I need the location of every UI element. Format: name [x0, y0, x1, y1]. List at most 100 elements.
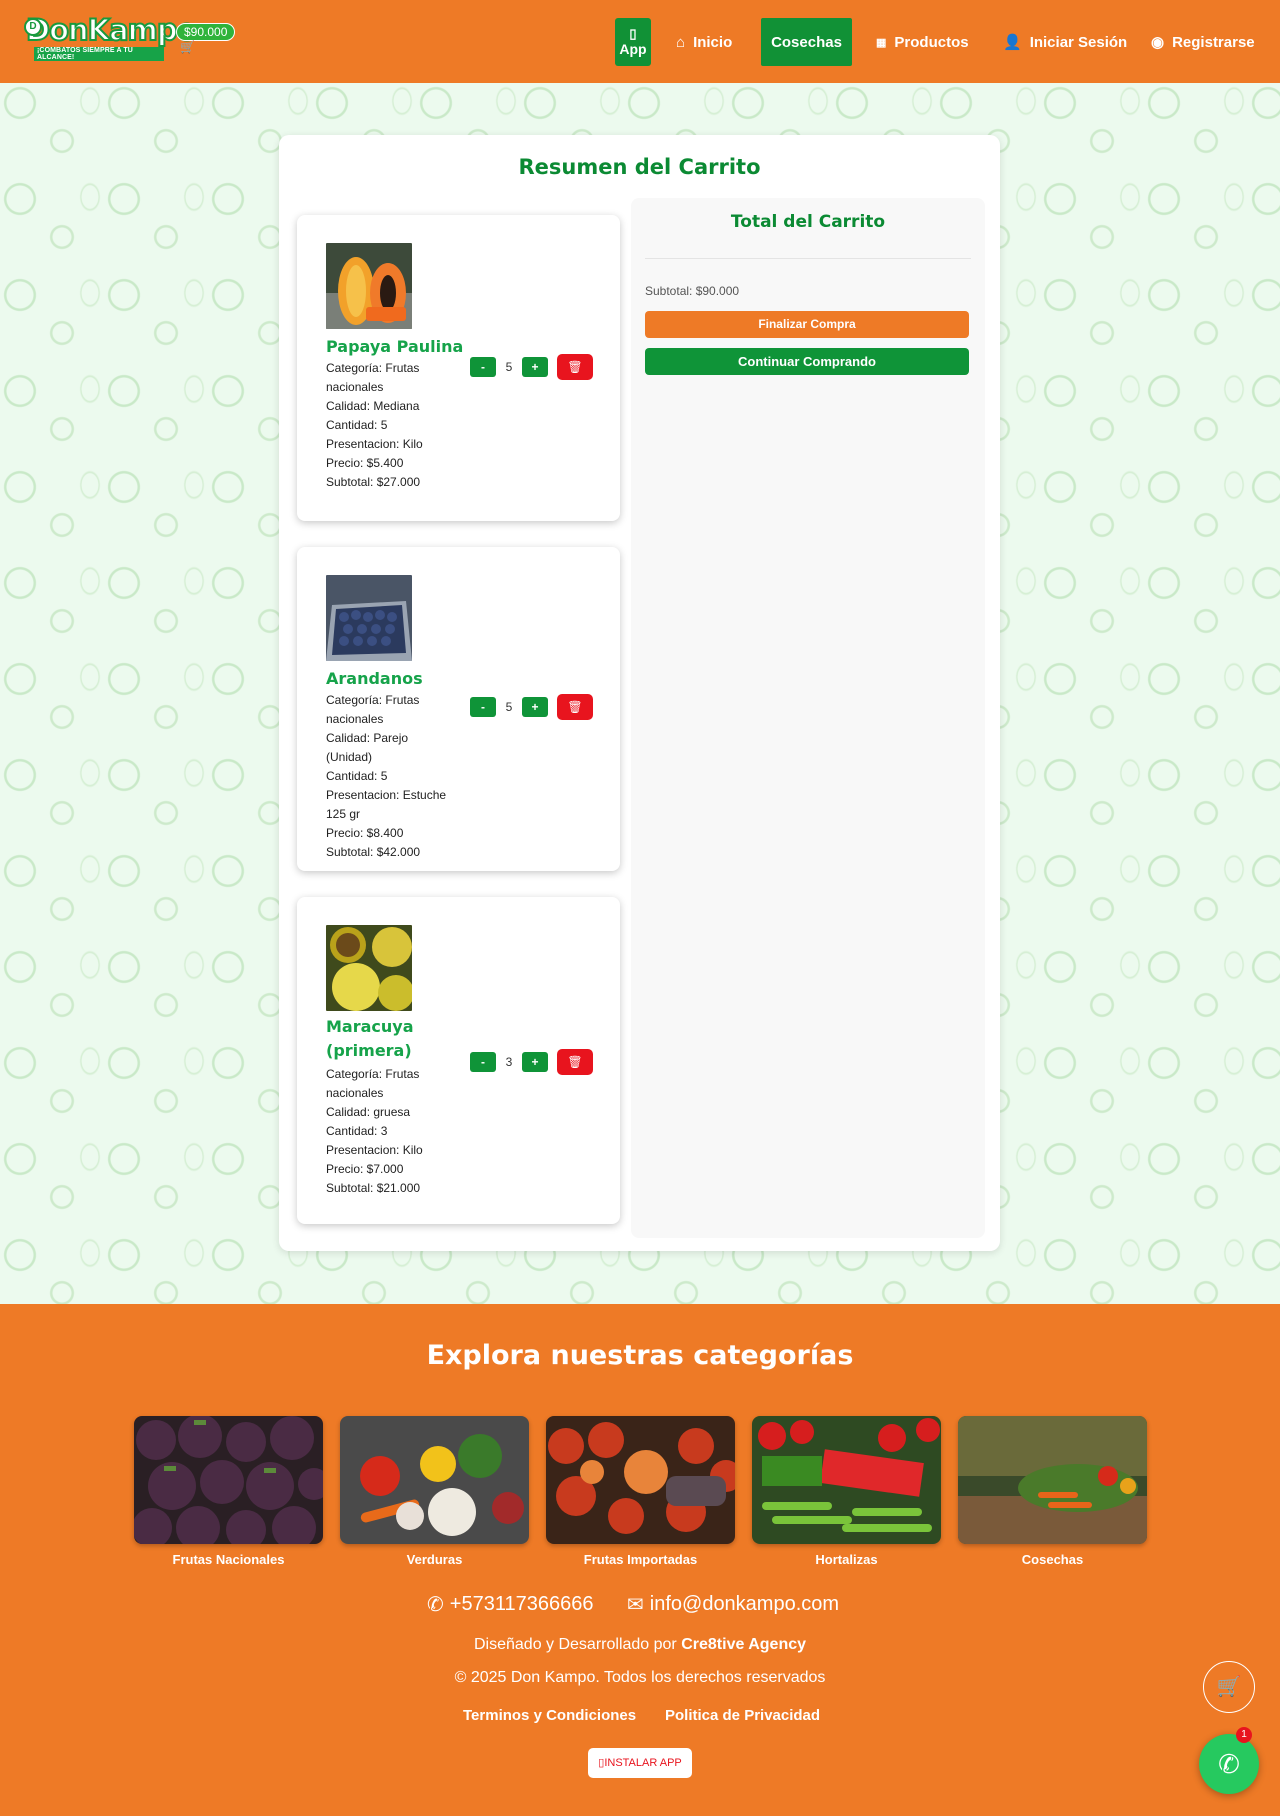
product-price: Precio: $8.400	[326, 826, 404, 840]
trash-icon: 🗑	[567, 700, 583, 714]
home-icon: ⌂	[676, 33, 686, 51]
privacy-link[interactable]: Politica de Privacidad	[665, 1707, 820, 1724]
category-image	[752, 1416, 941, 1544]
logo-tagline: ¡COMBATOS SIEMPRE A TU ALCANCE!	[34, 47, 164, 61]
product-details: Categoría: Frutas nacionales Calidad: Me…	[326, 359, 456, 492]
decrease-button[interactable]: -	[470, 697, 496, 717]
cart-total-title: Total del Carrito	[730, 212, 886, 232]
logo-text: DonKampo	[25, 13, 198, 47]
nav-app-label: App	[619, 41, 647, 57]
phone-link[interactable]: ✆ +573117366666	[427, 1592, 593, 1617]
cart-item: Papaya Paulina Categoría: Frutas naciona…	[297, 215, 620, 521]
product-category: Categoría: Frutas nacionales	[326, 361, 420, 394]
nav-productos-label: Productos	[894, 33, 969, 51]
cart-title: Resumen del Carrito	[518, 155, 761, 179]
category-frutas-nacionales[interactable]: Frutas Nacionales	[134, 1416, 323, 1567]
divider	[645, 258, 971, 259]
trash-icon: 🗑	[567, 1055, 583, 1069]
product-image-papaya	[326, 243, 412, 329]
phone-icon: ▯	[629, 26, 637, 41]
credit-agency-link[interactable]: Cre8tive Agency	[681, 1636, 806, 1653]
product-subtotal: Subtotal: $27.000	[326, 475, 421, 489]
category-image	[546, 1416, 735, 1544]
cart-total-panel: Total del Carrito Subtotal: $90.000 Fina…	[631, 198, 985, 1238]
category-image	[958, 1416, 1147, 1544]
whatsapp-icon: ✆	[1218, 1749, 1240, 1779]
product-subtotal: Subtotal: $42.000	[326, 845, 421, 859]
phone-number: +573117366666	[449, 1593, 594, 1615]
cart-item: Arandanos Categoría: Frutas nacionales C…	[297, 547, 620, 871]
quantity-value: 5	[505, 360, 513, 374]
nav-register-label: Registrarse	[1172, 33, 1255, 51]
whatsapp-icon: ✆	[427, 1594, 444, 1616]
trash-icon: 🗑	[567, 360, 583, 374]
cart-subtotal: Subtotal: $90.000	[645, 284, 740, 298]
user-circle-icon: ◉	[1151, 34, 1165, 51]
quantity-controls: - 5 + 🗑	[470, 354, 593, 380]
logo[interactable]: D DonKampo ¡COMBATOS SIEMPRE A TU ALCANC…	[22, 13, 198, 61]
category-label: Cosechas	[1021, 1552, 1084, 1567]
category-cosechas[interactable]: Cosechas	[958, 1416, 1147, 1567]
floating-cart-button[interactable]: 🛒	[1203, 1661, 1255, 1713]
nav-cosechas[interactable]: Cosechas	[761, 18, 852, 66]
product-category: Categoría: Frutas nacionales	[326, 693, 420, 726]
category-image	[340, 1416, 529, 1544]
product-name: Papaya Paulina	[326, 337, 464, 356]
nav-inicio[interactable]: ⌂ Inicio	[676, 18, 732, 66]
category-hortalizas[interactable]: Hortalizas	[752, 1416, 941, 1567]
continue-shopping-button[interactable]: Continuar Comprando	[645, 348, 969, 375]
quantity-controls: - 5 + 🗑	[470, 694, 593, 720]
nav-inicio-label: Inicio	[693, 33, 733, 51]
delete-button[interactable]: 🗑	[557, 694, 593, 720]
delete-button[interactable]: 🗑	[557, 1049, 593, 1075]
terms-link[interactable]: Terminos y Condiciones	[463, 1707, 636, 1724]
product-presentation: Presentacion: Estuche 125 gr	[326, 788, 447, 821]
category-label: Frutas Nacionales	[172, 1552, 285, 1567]
user-icon: 👤	[1003, 34, 1022, 51]
delete-button[interactable]: 🗑	[557, 354, 593, 380]
quantity-value: 5	[505, 700, 513, 714]
category-frutas-importadas[interactable]: Frutas Importadas	[546, 1416, 735, 1567]
footer-categories-title: Explora nuestras categorías	[426, 1340, 854, 1371]
category-label: Verduras	[406, 1552, 463, 1567]
product-quality: Calidad: Mediana	[326, 399, 420, 413]
copyright: © 2025 Don Kampo. Todos los derechos res…	[454, 1669, 826, 1686]
product-price: Precio: $5.400	[326, 456, 404, 470]
increase-button[interactable]: +	[522, 697, 548, 717]
header-cart-icon[interactable]: 🛒	[180, 40, 195, 54]
mail-icon: ✉	[627, 1594, 644, 1616]
category-verduras[interactable]: Verduras	[340, 1416, 529, 1567]
quantity-controls: - 3 + 🗑	[470, 1049, 593, 1075]
header-cart-total[interactable]: $90.000	[176, 23, 236, 41]
product-quality: Calidad: Parejo (Unidad)	[326, 731, 409, 764]
nav-app-button[interactable]: ▯ App	[615, 18, 651, 66]
checkout-button[interactable]: Finalizar Compra	[645, 311, 969, 338]
nav-productos[interactable]: ▦ Productos	[876, 18, 969, 66]
decrease-button[interactable]: -	[470, 1052, 496, 1072]
credit-prefix: Diseñado y Desarrollado por	[473, 1636, 677, 1653]
install-app-label: INSTALAR APP	[604, 1757, 682, 1769]
nav-login[interactable]: 👤 Iniciar Sesión	[1003, 18, 1127, 66]
email-address: info@donkampo.com	[649, 1593, 840, 1615]
category-image	[134, 1416, 323, 1544]
nav-cosechas-label: Cosechas	[771, 33, 842, 51]
cart-summary-card: Resumen del Carrito Papaya Paulina Categ…	[279, 135, 1000, 1251]
decrease-button[interactable]: -	[470, 357, 496, 377]
quantity-value: 3	[505, 1055, 513, 1069]
product-quantity: Cantidad: 5	[326, 418, 388, 432]
nav-login-label: Iniciar Sesión	[1029, 33, 1128, 51]
install-app-button[interactable]: ▯INSTALAR APP	[588, 1748, 692, 1778]
increase-button[interactable]: +	[522, 357, 548, 377]
email-link[interactable]: ✉ info@donkampo.com	[627, 1592, 839, 1617]
category-label: Hortalizas	[815, 1552, 878, 1567]
nav-register[interactable]: ◉ Registrarse	[1151, 18, 1255, 66]
notification-badge: 1	[1236, 1727, 1252, 1743]
product-quantity: Cantidad: 5	[326, 769, 388, 783]
product-presentation: Presentacion: Kilo	[326, 1143, 423, 1157]
product-details: Categoría: Frutas nacionales Calidad: gr…	[326, 1065, 456, 1198]
whatsapp-button[interactable]: ✆	[1199, 1734, 1259, 1794]
product-presentation: Presentacion: Kilo	[326, 437, 423, 451]
product-subtotal: Subtotal: $21.000	[326, 1181, 421, 1195]
product-quantity: Cantidad: 3	[326, 1124, 388, 1138]
increase-button[interactable]: +	[522, 1052, 548, 1072]
